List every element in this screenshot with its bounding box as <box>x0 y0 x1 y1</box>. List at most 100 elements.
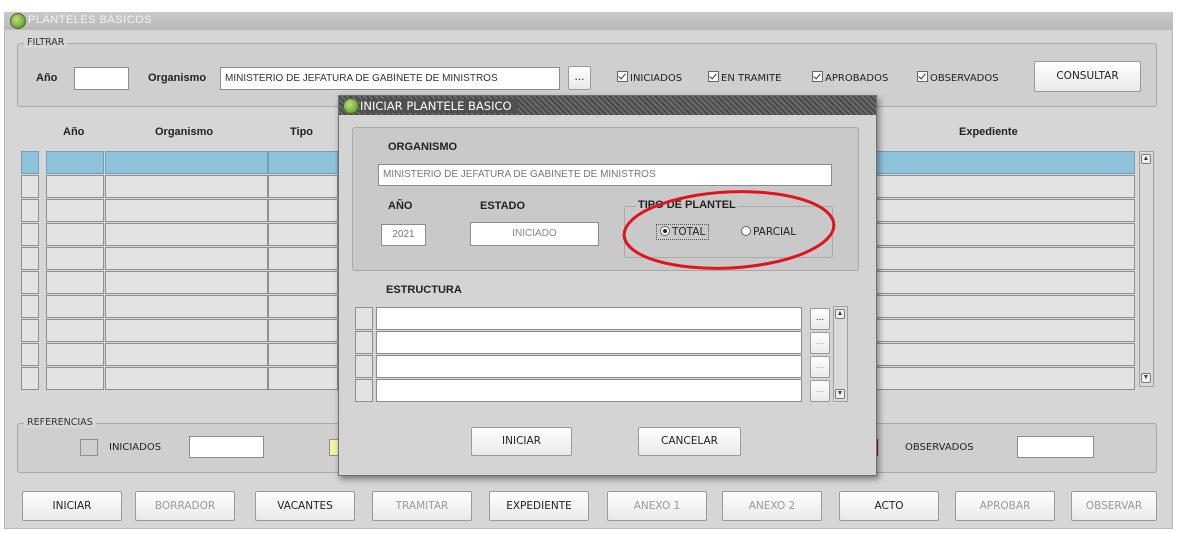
table-cell[interactable] <box>268 271 338 294</box>
scroll-up-arrow-icon[interactable]: ▲ <box>835 309 845 319</box>
table-cell[interactable] <box>46 319 104 342</box>
table-cell[interactable] <box>105 367 268 390</box>
table-cell[interactable] <box>21 343 39 366</box>
table-cell[interactable] <box>46 199 104 222</box>
table-cell[interactable] <box>105 175 268 198</box>
toolbar-button-aprobar[interactable]: APROBAR <box>955 491 1055 521</box>
toolbar-button-iniciar[interactable]: INICIAR <box>22 491 122 521</box>
consult-button[interactable]: CONSULTAR <box>1034 61 1141 92</box>
toolbar-button-anexo-1[interactable]: ANEXO 1 <box>607 491 707 521</box>
table-cell[interactable] <box>105 151 268 174</box>
scroll-down-arrow-icon[interactable]: ▼ <box>835 389 845 399</box>
estructura-row-selector[interactable] <box>355 307 373 330</box>
table-cell[interactable] <box>876 199 1135 222</box>
toolbar-button-borrador[interactable]: BORRADOR <box>135 491 235 521</box>
toolbar-button-vacantes[interactable]: VACANTES <box>255 491 355 521</box>
toolbar-button-expediente[interactable]: EXPEDIENTE <box>489 491 589 521</box>
table-cell[interactable] <box>105 199 268 222</box>
dialog-year-input[interactable]: 2021 <box>381 224 426 246</box>
estructura-lookup-button[interactable]: ... <box>810 308 830 330</box>
estructura-row-input[interactable] <box>376 307 802 330</box>
dialog-cancel-button[interactable]: CANCELAR <box>638 427 741 456</box>
estructura-row-input[interactable] <box>376 379 802 402</box>
table-cell[interactable] <box>46 295 104 318</box>
table-cell[interactable] <box>105 271 268 294</box>
column-header-org: Organismo <box>155 126 214 138</box>
table-cell[interactable] <box>21 151 39 174</box>
table-cell[interactable] <box>46 247 104 270</box>
table-cell[interactable] <box>876 343 1135 366</box>
estructura-scrollbar[interactable]: ▲ ▼ <box>833 306 848 402</box>
table-cell[interactable] <box>268 151 338 174</box>
table-cell[interactable] <box>268 367 338 390</box>
checkbox-observados[interactable]: OBSERVADOS <box>917 71 999 84</box>
table-cell[interactable] <box>876 247 1135 270</box>
dialog-start-button[interactable]: INICIAR <box>471 427 572 456</box>
table-cell[interactable] <box>105 319 268 342</box>
table-cell[interactable] <box>21 175 39 198</box>
scroll-up-arrow-icon[interactable]: ▲ <box>1141 154 1151 164</box>
estructura-row-input[interactable] <box>376 331 802 354</box>
table-cell[interactable] <box>268 295 338 318</box>
estructura-row-selector[interactable] <box>355 379 373 402</box>
table-cell[interactable] <box>105 295 268 318</box>
estructura-lookup-button[interactable]: ... <box>810 356 830 378</box>
checkbox-en-tramite[interactable]: EN TRAMITE <box>708 71 781 84</box>
toolbar-button-observar[interactable]: OBSERVAR <box>1071 491 1157 521</box>
table-cell[interactable] <box>21 271 39 294</box>
table-cell[interactable] <box>46 223 104 246</box>
table-cell[interactable] <box>46 271 104 294</box>
table-cell[interactable] <box>21 247 39 270</box>
estructura-label: ESTRUCTURA <box>386 284 462 296</box>
table-scrollbar[interactable]: ▲ ▼ <box>1139 151 1154 387</box>
estructura-row-selector[interactable] <box>355 331 373 354</box>
scroll-down-arrow-icon[interactable]: ▼ <box>1141 373 1151 383</box>
table-cell[interactable] <box>46 175 104 198</box>
table-cell[interactable] <box>21 223 39 246</box>
toolbar-button-acto[interactable]: ACTO <box>839 491 939 521</box>
table-cell[interactable] <box>876 223 1135 246</box>
table-cell[interactable] <box>876 319 1135 342</box>
column-header-type: Tipo <box>290 126 314 138</box>
table-cell[interactable] <box>21 319 39 342</box>
table-cell[interactable] <box>46 151 104 174</box>
filter-group-label: FILTRAR <box>24 37 68 48</box>
table-cell[interactable] <box>876 271 1135 294</box>
toolbar-button-anexo-2[interactable]: ANEXO 2 <box>722 491 822 521</box>
reference-color-iniciados <box>80 439 98 456</box>
checkbox-aprobados[interactable]: APROBADOS <box>812 71 888 84</box>
window-titlebar: PLANTELES BASICOS <box>4 12 1173 30</box>
table-cell[interactable] <box>21 295 39 318</box>
table-cell[interactable] <box>268 223 338 246</box>
table-cell[interactable] <box>268 247 338 270</box>
estructura-lookup-button[interactable]: ... <box>810 332 830 354</box>
filter-year-input[interactable] <box>74 67 129 90</box>
checkbox-checked-icon <box>617 71 628 82</box>
filter-year-label: Año <box>36 72 58 84</box>
table-cell[interactable] <box>46 343 104 366</box>
table-cell[interactable] <box>876 367 1135 390</box>
table-cell[interactable] <box>876 175 1135 198</box>
dialog-org-input[interactable]: MINISTERIO DE JEFATURA DE GABINETE DE MI… <box>378 164 832 186</box>
table-cell[interactable] <box>268 175 338 198</box>
estructura-row-input[interactable] <box>376 355 802 378</box>
table-cell[interactable] <box>268 343 338 366</box>
table-cell[interactable] <box>21 199 39 222</box>
table-cell[interactable] <box>105 223 268 246</box>
table-cell[interactable] <box>876 295 1135 318</box>
table-cell[interactable] <box>21 367 39 390</box>
table-cell[interactable] <box>105 343 268 366</box>
table-cell[interactable] <box>46 367 104 390</box>
table-cell[interactable] <box>105 247 268 270</box>
filter-org-input[interactable]: MINISTERIO DE JEFATURA DE GABINETE DE MI… <box>220 67 560 90</box>
estructura-row-selector[interactable] <box>355 355 373 378</box>
table-cell[interactable] <box>268 199 338 222</box>
reference-count-observados <box>1017 436 1094 458</box>
filter-org-lookup-button[interactable]: ... <box>568 66 591 90</box>
estructura-lookup-button[interactable]: ... <box>810 380 830 402</box>
table-cell[interactable] <box>268 319 338 342</box>
dialog-state-label: ESTADO <box>480 200 526 212</box>
toolbar-button-tramitar[interactable]: TRAMITAR <box>372 491 472 521</box>
checkbox-iniciados[interactable]: INICIADOS <box>617 71 682 84</box>
table-cell[interactable] <box>876 151 1135 174</box>
